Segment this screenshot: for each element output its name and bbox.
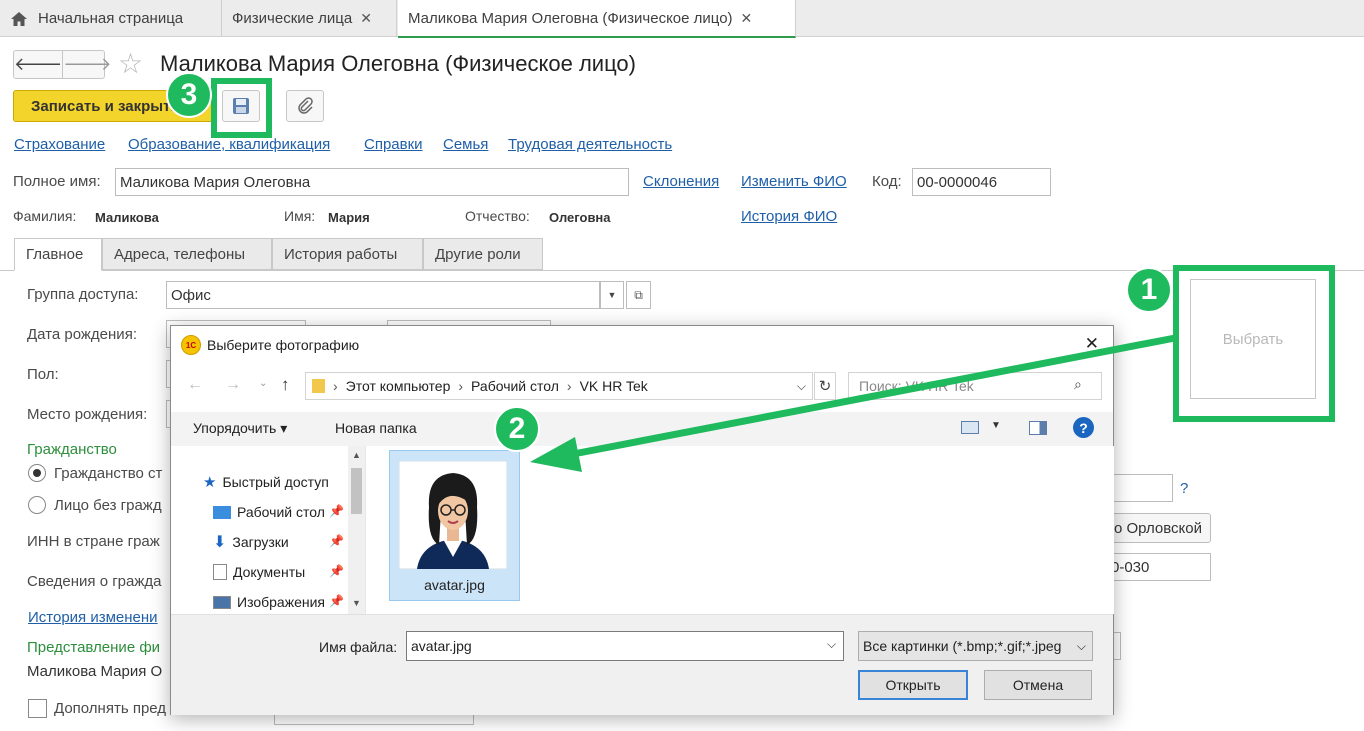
callout-2: 2 (494, 406, 540, 452)
callout-3: 3 (166, 72, 212, 118)
callout-1: 1 (1126, 267, 1172, 313)
